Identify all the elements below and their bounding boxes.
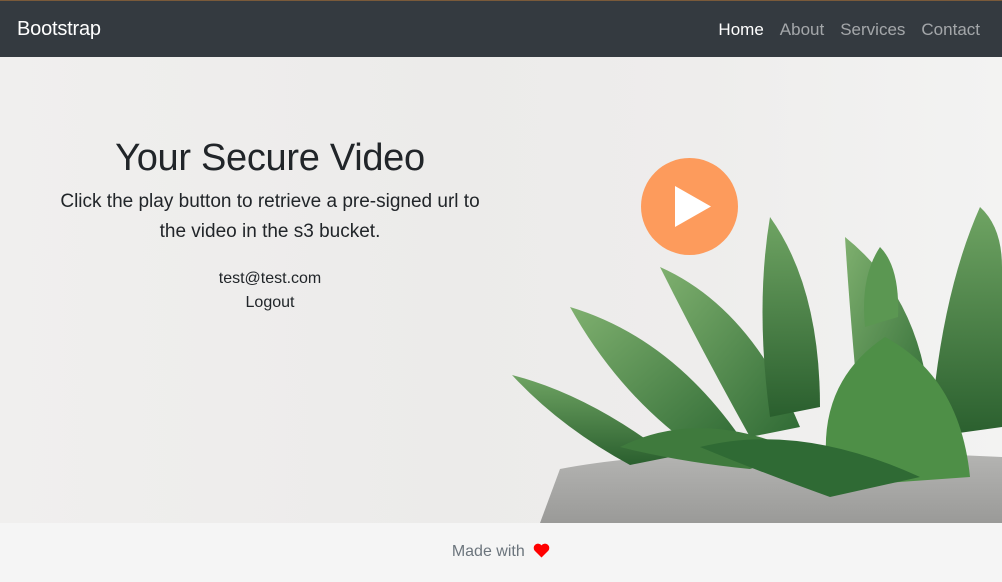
nav-about-link[interactable]: About [780,20,824,40]
nav-home-link[interactable]: Home [718,20,763,40]
hero-subtitle: Click the play button to retrieve a pre-… [60,191,480,242]
navbar: Bootstrap Home About Services Contact [0,0,1002,57]
footer-text: Made with [451,543,525,560]
footer-text-container: Made with [0,543,1002,561]
logout-link[interactable]: Logout [246,291,295,315]
nav-services-link[interactable]: Services [840,20,905,40]
brand-link[interactable]: Bootstrap [17,18,101,41]
page-title: Your Secure Video [115,137,425,179]
play-button[interactable] [641,158,738,255]
nav-links: Home About Services Contact [702,20,980,40]
hero-text: Your Secure Video Click the play button … [50,135,490,315]
heart-icon [533,543,550,558]
footer: Made with [0,523,1002,582]
nav-contact-link[interactable]: Contact [921,20,980,40]
play-icon [675,186,711,227]
succulent-plant-image [512,207,1002,523]
user-email: test@test.com [218,270,322,287]
hero-section: Your Secure Video Click the play button … [0,57,1002,523]
